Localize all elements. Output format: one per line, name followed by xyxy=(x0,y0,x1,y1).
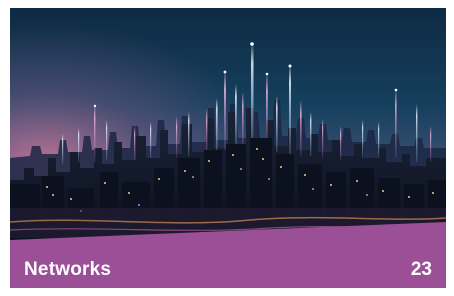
item-count: 23 xyxy=(410,259,432,280)
category-card-networks[interactable]: Networks 23 xyxy=(10,8,446,288)
category-title: Networks xyxy=(24,259,112,280)
city-network-image xyxy=(10,8,446,288)
